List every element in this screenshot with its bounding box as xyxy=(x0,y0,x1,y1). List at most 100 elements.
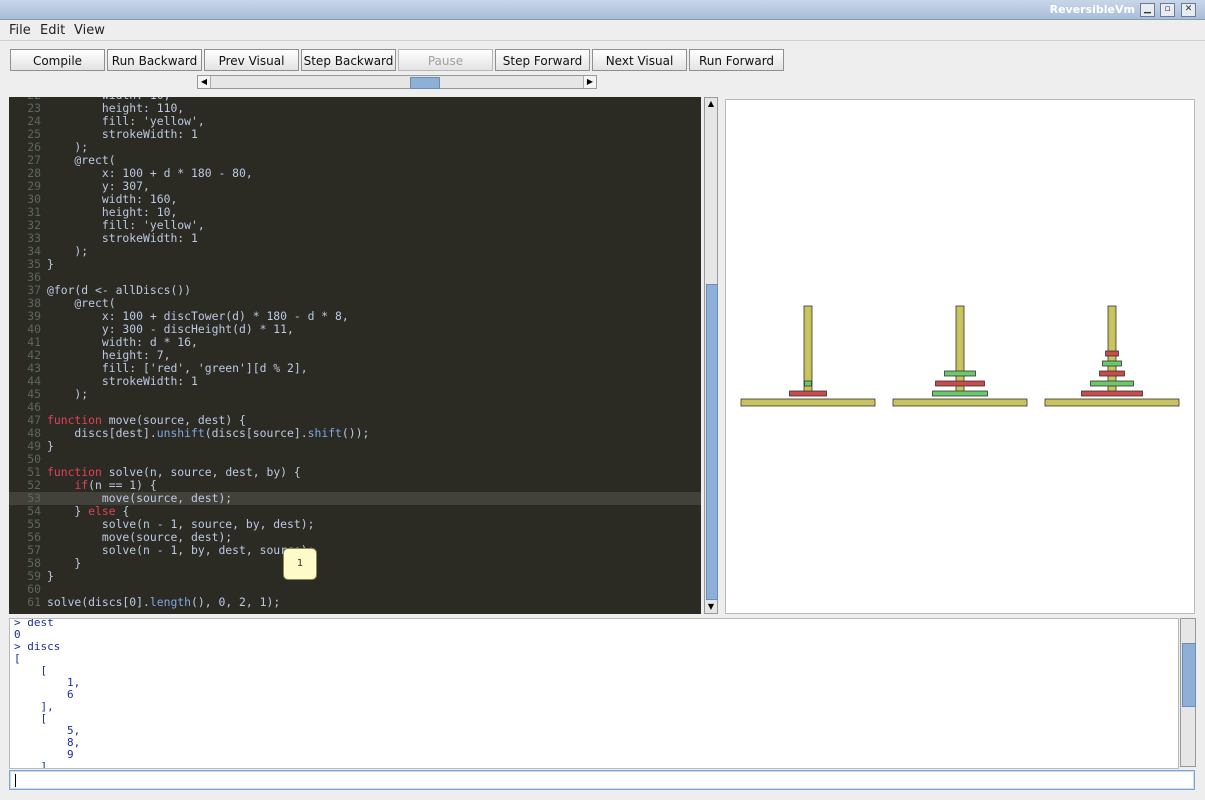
code-line: 49} xyxy=(9,440,701,453)
maximize-button[interactable]: ▫ xyxy=(1160,3,1175,17)
editor-scrollbar[interactable]: ▲ ▼ xyxy=(704,97,718,614)
disc xyxy=(804,380,812,387)
disc xyxy=(944,370,976,377)
scroll-up-arrow-icon[interactable]: ▲ xyxy=(705,98,717,110)
code-text: strokeWidth: 1 xyxy=(47,127,198,141)
code-text: @for(d <- allDiscs()) xyxy=(47,283,192,297)
disc xyxy=(932,390,988,397)
visual-canvas xyxy=(725,99,1195,614)
tower-base xyxy=(1044,398,1180,407)
disc xyxy=(935,380,985,387)
code-text: ); xyxy=(47,140,89,154)
code-text: strokeWidth: 1 xyxy=(47,231,198,245)
code-text: if(n == 1) { xyxy=(74,478,157,492)
code-text: fill: ['red', 'green'][d % 2], xyxy=(47,361,308,375)
editor-scroll-thumb[interactable] xyxy=(706,284,718,600)
code-lines: 22 width: 10,23 height: 110,24 fill: 'ye… xyxy=(9,97,701,609)
code-text: @rect( xyxy=(47,296,116,310)
code-text: } xyxy=(47,439,54,453)
menu-view[interactable]: View xyxy=(74,23,105,38)
disc xyxy=(1099,370,1125,377)
window-title: ReversibleVm xyxy=(1049,3,1135,16)
code-text: width: 160, xyxy=(47,192,178,206)
text-caret xyxy=(15,774,16,787)
code-text: @rect( xyxy=(47,153,116,167)
code-text: fill: 'yellow', xyxy=(47,218,205,232)
code-text: solve(discs[0].length(), 0, 2, 1); xyxy=(47,595,281,609)
code-text: solve(n - 1, source, by, dest); xyxy=(47,517,315,531)
code-text: y: 300 - discHeight(d) * 11, xyxy=(47,322,294,336)
code-text: x: 100 + d * 180 - 80, xyxy=(47,166,253,180)
scroll-left-arrow-icon[interactable]: ◀ xyxy=(198,76,211,88)
console-line: ], xyxy=(14,760,54,769)
pause-button[interactable]: Pause xyxy=(398,49,493,71)
step-tooltip: 1 xyxy=(283,548,317,580)
code-line: 59} xyxy=(9,570,701,583)
tower-base xyxy=(892,398,1028,407)
timeline-scroll-thumb[interactable] xyxy=(410,77,440,89)
code-text: function move(source, dest) { xyxy=(47,413,246,427)
console-output: > dest 0 > discs[ [ 1, 6 ], [ 5, 8, 9 ], xyxy=(9,618,1179,769)
toolbar: Compile Run Backward Prev Visual Step Ba… xyxy=(0,41,1205,96)
code-text: } xyxy=(47,257,54,271)
code-text: discs[dest].unshift(discs[source].shift(… xyxy=(47,426,370,440)
code-text: } xyxy=(47,556,82,570)
code-line: 35} xyxy=(9,258,701,271)
code-text: ); xyxy=(47,244,89,258)
code-text: solve(n - 1, by, dest, source); xyxy=(47,543,315,557)
step-backward-button[interactable]: Step Backward xyxy=(301,49,396,71)
console-scroll-thumb[interactable] xyxy=(1182,643,1196,707)
code-line: 25 strokeWidth: 1 xyxy=(9,128,701,141)
code-line: 45 ); xyxy=(9,388,701,401)
code-line: 44 strokeWidth: 1 xyxy=(9,375,701,388)
run-forward-button[interactable]: Run Forward xyxy=(689,49,784,71)
close-button[interactable]: ✕ xyxy=(1181,3,1196,17)
code-text: strokeWidth: 1 xyxy=(47,374,198,388)
code-text: fill: 'yellow', xyxy=(47,114,205,128)
next-visual-button[interactable]: Next Visual xyxy=(592,49,687,71)
code-text: height: 110, xyxy=(47,101,185,115)
code-editor[interactable]: 22 width: 10,23 height: 110,24 fill: 'ye… xyxy=(9,97,701,614)
console-line: > discs xyxy=(14,640,61,653)
command-input[interactable] xyxy=(9,770,1195,790)
code-line: 48 discs[dest].unshift(discs[source].shi… xyxy=(9,427,701,440)
disc xyxy=(1081,390,1143,397)
code-text: move(source, dest); xyxy=(47,530,233,544)
towers-visualization xyxy=(740,305,1180,407)
code-line: 33 strokeWidth: 1 xyxy=(9,232,701,245)
disc xyxy=(1090,380,1134,387)
code-line: 57 solve(n - 1, by, dest, source); xyxy=(9,544,701,557)
code-text: x: 100 + discTower(d) * 180 - d * 8, xyxy=(47,309,349,323)
menu-edit[interactable]: Edit xyxy=(40,23,65,38)
run-backward-button[interactable]: Run Backward xyxy=(107,49,202,71)
code-text: move(source, dest); xyxy=(47,491,233,505)
code-text: height: 10, xyxy=(47,205,178,219)
tower-base xyxy=(740,398,876,407)
compile-button[interactable]: Compile xyxy=(10,49,105,71)
prev-visual-button[interactable]: Prev Visual xyxy=(204,49,299,71)
code-text: } xyxy=(47,569,54,583)
line-number: 61 xyxy=(27,595,41,609)
minimize-button[interactable]: ▁ xyxy=(1140,3,1155,17)
scroll-right-arrow-icon[interactable]: ▶ xyxy=(583,76,596,88)
code-line: 61 solve(discs[0].length(), 0, 2, 1); xyxy=(9,596,701,609)
code-text: width: d * 16, xyxy=(47,335,198,349)
code-text: } else { xyxy=(47,504,130,518)
code-line: 58 } xyxy=(9,557,701,570)
code-text: height: 7, xyxy=(47,348,171,362)
code-text: y: 307, xyxy=(47,179,150,193)
code-text: function solve(n, source, dest, by) { xyxy=(47,465,301,479)
disc xyxy=(789,390,827,397)
step-forward-button[interactable]: Step Forward xyxy=(495,49,590,71)
menu-bar: File Edit View xyxy=(0,20,1205,41)
menu-file[interactable]: File xyxy=(9,23,31,38)
window-titlebar: ReversibleVm ▁ ▫ ✕ xyxy=(0,0,1205,20)
scroll-down-arrow-icon[interactable]: ▼ xyxy=(705,601,717,613)
console-scrollbar[interactable] xyxy=(1180,618,1196,767)
code-line: 34 ); xyxy=(9,245,701,258)
timeline-scrollbar[interactable]: ◀ ▶ xyxy=(197,75,597,89)
